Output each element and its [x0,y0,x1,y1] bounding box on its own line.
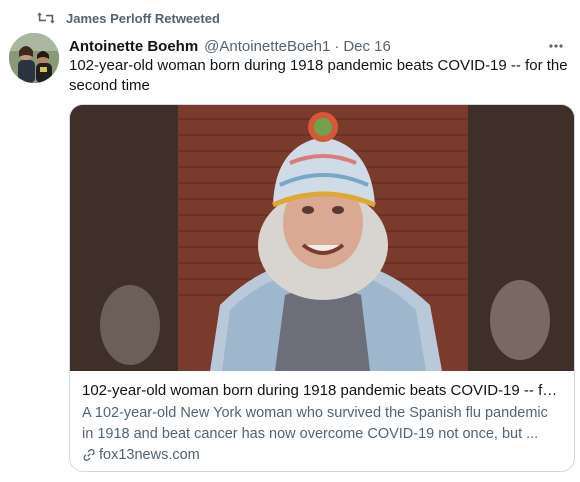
card-description: A 102-year-old New York woman who surviv… [82,405,548,442]
tweet-date[interactable]: Dec 16 [343,38,391,55]
retweet-icon [37,12,55,24]
card-domain-text: fox13news.com [99,447,200,463]
tweet-text: 102-year-old woman born during 1918 pand… [69,57,568,94]
tweet-header: Antoinette Boehm @AntoinetteBoeh1 · Dec … [69,36,566,56]
avatar[interactable] [9,33,59,83]
separator-dot: · [334,37,340,55]
card-title: 102-year-old woman born during 1918 pand… [82,382,562,399]
link-card[interactable]: 102-year-old woman born during 1918 pand… [69,104,575,472]
author-name[interactable]: Antoinette Boehm [69,38,198,55]
link-icon [83,449,95,461]
card-domain: fox13news.com [82,447,562,463]
more-options-icon [549,44,563,48]
retweet-label: James Perloff Retweeted [66,10,220,26]
retweet-context[interactable]: James Perloff Retweeted [36,9,220,27]
more-options-button[interactable] [546,36,566,56]
author-handle[interactable]: @AntoinetteBoeh1 [204,38,330,55]
card-image [70,105,574,371]
card-body: 102-year-old woman born during 1918 pand… [70,371,574,463]
